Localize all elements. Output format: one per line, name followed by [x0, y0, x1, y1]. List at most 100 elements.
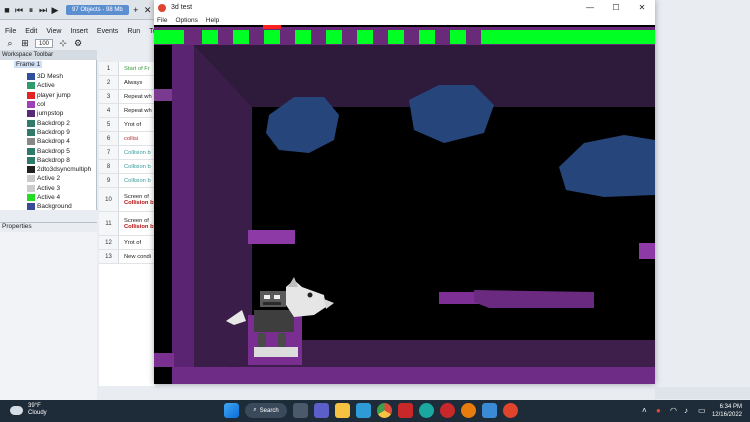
search-icon: ⌕	[253, 407, 257, 413]
game-titlebar: 3d test — ☐ ✕	[154, 0, 655, 15]
tree-item[interactable]: Active	[27, 81, 55, 90]
clock[interactable]: 6:34 PM 12/16/2022	[712, 403, 742, 419]
stop-icon[interactable]: ■	[2, 5, 12, 15]
tree-item-label: Backdrop 8	[37, 156, 70, 164]
event-row[interactable]: 8 Collision b	[99, 160, 155, 174]
game-viewport[interactable]	[154, 25, 655, 384]
menu-file[interactable]: File	[5, 28, 16, 35]
task-view-icon[interactable]	[293, 403, 308, 418]
pause-icon[interactable]: ⏸	[26, 5, 36, 15]
chat-icon[interactable]	[314, 403, 329, 418]
object-swatch-icon	[27, 119, 35, 127]
snap-icon[interactable]: ⊹	[58, 38, 68, 48]
close-icon[interactable]: ✕	[143, 5, 153, 15]
event-row[interactable]: 6 collisi	[99, 132, 155, 146]
tree-item[interactable]: Active 2	[27, 174, 60, 183]
properties-title: Properties	[0, 222, 97, 232]
minimize-button[interactable]: —	[577, 0, 603, 15]
new-tab-icon[interactable]: +	[131, 5, 141, 15]
running-game-icon[interactable]	[503, 403, 518, 418]
zoom-icon[interactable]: ⌕	[5, 38, 15, 48]
grid-icon[interactable]: ⊞	[20, 38, 30, 48]
event-number: 12	[99, 236, 119, 249]
tree-item[interactable]: Backdrop 9	[27, 128, 70, 137]
event-row[interactable]: 7 Collision b	[99, 146, 155, 160]
close-button[interactable]: ✕	[629, 0, 655, 15]
tree-root-frame[interactable]: Frame 1	[14, 61, 43, 68]
menu-insert[interactable]: Insert	[70, 28, 88, 35]
tree-item-label: Background	[37, 203, 72, 211]
zoom-field[interactable]: 100	[35, 38, 53, 48]
game-menu-options[interactable]: Options	[175, 17, 197, 24]
battery-icon[interactable]: ▭	[698, 407, 706, 415]
step-icon[interactable]: ⏭	[38, 5, 48, 15]
chrome-icon[interactable]	[377, 403, 392, 418]
event-condition: Screen of	[124, 217, 149, 224]
tree-item-label: Active 2	[37, 175, 61, 183]
game-app-icon[interactable]	[440, 403, 455, 418]
tree-item[interactable]: Backdrop 4	[27, 137, 70, 146]
event-condition: Screen of	[124, 193, 149, 200]
event-row[interactable]: 10 Screen of Collision b	[99, 188, 155, 212]
event-condition: Collision b	[124, 163, 151, 170]
event-row[interactable]: 11 Screen of Collision b	[99, 212, 155, 236]
tree-item[interactable]: Backdrop 2	[27, 119, 70, 128]
event-row[interactable]: 13 New condi	[99, 250, 155, 264]
document-tab[interactable]: 97 Objects - 98 Mb	[66, 4, 129, 15]
menu-view[interactable]: View	[46, 28, 61, 35]
wifi-icon[interactable]: ◠	[670, 407, 678, 415]
settings-icon[interactable]: ⚙	[73, 38, 83, 48]
windows-start-icon[interactable]	[224, 403, 239, 418]
menu-edit[interactable]: Edit	[25, 28, 37, 35]
tree-item[interactable]: Backdrop 8	[27, 156, 70, 165]
menu-run[interactable]: Run	[127, 28, 140, 35]
security-icon[interactable]	[398, 403, 413, 418]
event-row[interactable]: 12 Yrot of	[99, 236, 155, 250]
tree-item[interactable]: Active 3	[27, 184, 60, 193]
browser-icon[interactable]	[356, 403, 371, 418]
event-row[interactable]: 2 Always	[99, 76, 155, 90]
tree-item[interactable]: 3D Mesh	[27, 72, 63, 81]
blender-icon[interactable]	[461, 403, 476, 418]
volume-icon[interactable]: ♪	[684, 407, 692, 415]
tree-item[interactable]: col	[27, 100, 45, 109]
app-icon	[158, 3, 166, 12]
tree-item[interactable]: Backdrop 5	[27, 146, 70, 155]
event-row[interactable]: 5 Yrot of	[99, 118, 155, 132]
tree-item-label: Backdrop 9	[37, 128, 70, 136]
floor-edge	[154, 353, 174, 367]
health-cell	[419, 30, 435, 44]
tree-item[interactable]: Active 4	[27, 193, 60, 202]
taskbar: 39°F Cloudy ⌕ Search ˄ ● ◠ ♪ ▭ 6:34 PM 12…	[0, 400, 750, 422]
event-row[interactable]: 9 Collision b	[99, 174, 155, 188]
file-explorer-icon[interactable]	[335, 403, 350, 418]
event-row[interactable]: 3 Repeat wh	[99, 90, 155, 104]
game-menu-file[interactable]: File	[157, 17, 167, 24]
tree-item[interactable]: 2dto3dsyncmultiph	[27, 165, 91, 174]
maximize-button[interactable]: ☐	[603, 0, 629, 15]
menu-events[interactable]: Events	[97, 28, 118, 35]
event-row[interactable]: 1 Start of Fr	[99, 62, 155, 76]
edge-icon[interactable]	[419, 403, 434, 418]
event-condition: New condi	[124, 253, 152, 260]
weather-widget[interactable]: 39°F Cloudy	[10, 403, 47, 417]
tree-item[interactable]: Background	[27, 202, 72, 211]
chevron-up-icon[interactable]: ˄	[642, 407, 650, 415]
editor-toolbar-strip: ■ ⏮ ⏸ ⏭ ▶ 97 Objects - 98 Mb + ✕	[0, 0, 160, 20]
health-cell	[357, 30, 373, 44]
skip-back-icon[interactable]: ⏮	[14, 5, 24, 15]
object-swatch-icon	[27, 166, 35, 174]
tree-item[interactable]: jumpstop	[27, 109, 63, 118]
play-icon[interactable]: ▶	[50, 5, 60, 15]
taskbar-search[interactable]: ⌕ Search	[245, 403, 287, 418]
event-row[interactable]: 4 Repeat wh	[99, 104, 155, 118]
app-icon-blue[interactable]	[482, 403, 497, 418]
event-number: 6	[99, 132, 119, 145]
game-menu-help[interactable]: Help	[206, 17, 219, 24]
tree-item[interactable]: player jump	[27, 91, 71, 100]
tree-item-label: jumpstop	[37, 110, 64, 118]
notification-badge-icon[interactable]: ●	[656, 407, 664, 415]
object-swatch-icon	[27, 91, 35, 99]
floor-front	[172, 367, 655, 384]
health-marker	[263, 25, 281, 29]
